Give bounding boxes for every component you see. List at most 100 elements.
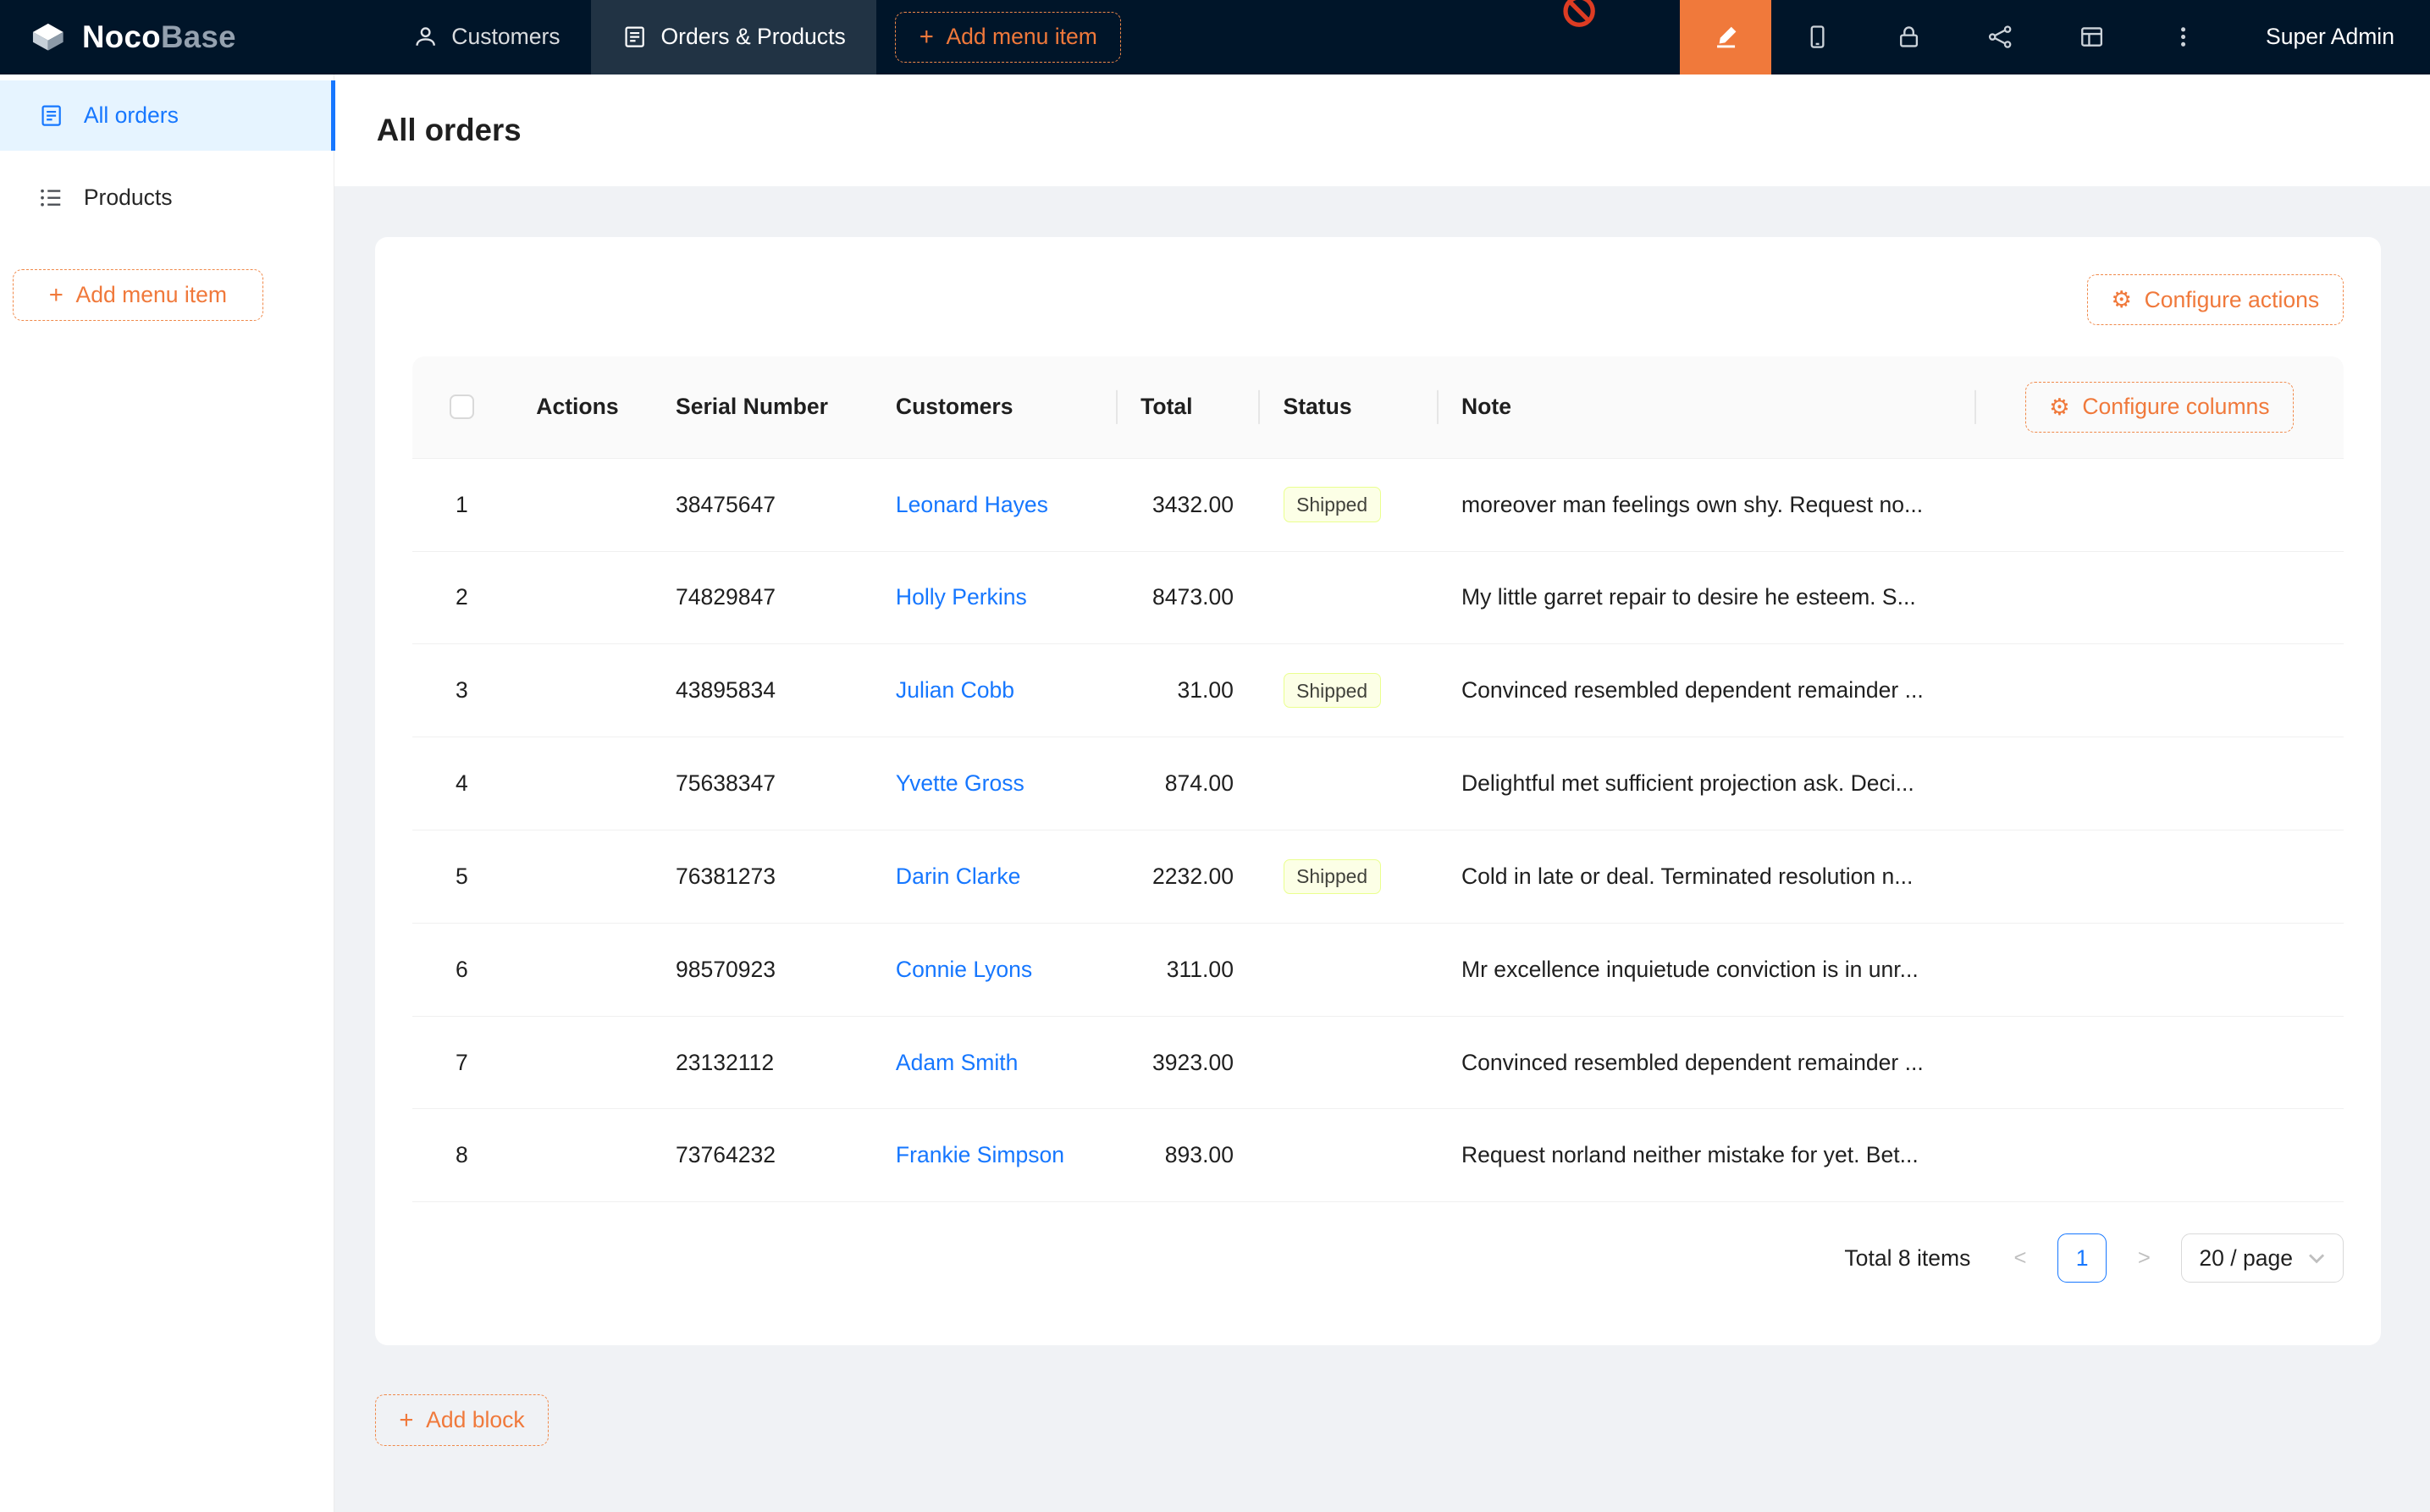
select-all-checkbox[interactable] xyxy=(450,395,474,419)
more-menu-button[interactable] xyxy=(2137,0,2228,74)
orders-table-block: ⚙ Configure actions Actions Serial Numbe… xyxy=(375,237,2381,1345)
total-cell: 893.00 xyxy=(1116,1142,1258,1168)
table-toolbar: ⚙ Configure actions xyxy=(412,274,2344,325)
add-block-label: Add block xyxy=(426,1407,525,1433)
total-cell: 874.00 xyxy=(1116,770,1258,797)
header-add-menu-item-button[interactable]: + Add menu item xyxy=(895,12,1121,63)
note-cell: Mr excellence inquietude conviction is i… xyxy=(1437,957,2344,983)
total-cell: 8473.00 xyxy=(1116,584,1258,610)
table-row: 1 38475647 Leonard Hayes 3432.00 Shipped… xyxy=(412,459,2344,552)
configure-actions-label: Configure actions xyxy=(2145,287,2319,313)
configure-columns-button[interactable]: ⚙ Configure columns xyxy=(2025,382,2294,433)
sidebar-item-products[interactable]: Products xyxy=(0,163,334,232)
pagination-prev-button[interactable]: < xyxy=(1996,1233,2046,1283)
app: NocoBase Customers Orders & Products + A… xyxy=(0,0,2430,1512)
sidebar-add-menu-item-button[interactable]: + Add menu item xyxy=(13,269,264,320)
customer-link[interactable]: Julian Cobb xyxy=(896,677,1014,703)
form-icon xyxy=(622,25,647,49)
configure-actions-button[interactable]: ⚙ Configure actions xyxy=(2087,274,2344,325)
customer-link[interactable]: Adam Smith xyxy=(896,1050,1019,1075)
row-index: 5 xyxy=(412,864,511,890)
api-share-icon xyxy=(1987,24,2013,50)
highlighter-icon xyxy=(1713,24,1739,50)
serial-number-cell: 76381273 xyxy=(651,864,871,890)
user-icon xyxy=(413,25,438,49)
serial-number-cell: 23132112 xyxy=(651,1050,871,1076)
row-index: 1 xyxy=(412,492,511,518)
customer-link[interactable]: Connie Lyons xyxy=(896,957,1032,982)
sidebar-add-menu-item-label: Add menu item xyxy=(76,282,227,308)
header-add-menu-item-label: Add menu item xyxy=(946,24,1096,50)
column-header-note[interactable]: Note xyxy=(1437,356,1974,458)
ui-editor-button[interactable] xyxy=(1680,0,1771,74)
status-cell: Shipped xyxy=(1258,673,1436,708)
note-cell: Delightful met sufficient projection ask… xyxy=(1437,770,2344,797)
total-cell: 3923.00 xyxy=(1116,1050,1258,1076)
serial-number-cell: 74829847 xyxy=(651,584,871,610)
customer-link[interactable]: Leonard Hayes xyxy=(896,492,1048,517)
note-cell: moreover man feelings own shy. Request n… xyxy=(1437,492,2344,518)
row-index: 8 xyxy=(412,1142,511,1168)
api-button[interactable] xyxy=(1954,0,2046,74)
customer-link[interactable]: Frankie Simpson xyxy=(896,1142,1064,1167)
nocobase-logo[interactable]: NocoBase xyxy=(0,17,261,58)
customer-link[interactable]: Holly Perkins xyxy=(896,584,1027,610)
pagination-next-button[interactable]: > xyxy=(2119,1233,2169,1283)
nav-orders-products[interactable]: Orders & Products xyxy=(591,0,876,74)
column-header-serial-number[interactable]: Serial Number xyxy=(651,356,871,458)
permissions-button[interactable] xyxy=(1863,0,1954,74)
page-size-value: 20 / page xyxy=(2199,1245,2293,1272)
status-cell: Shipped xyxy=(1258,859,1436,894)
status-tag: Shipped xyxy=(1284,673,1381,708)
customer-link[interactable]: Yvette Gross xyxy=(896,770,1024,796)
total-cell: 2232.00 xyxy=(1116,864,1258,890)
row-index: 6 xyxy=(412,957,511,983)
nav-customers-label: Customers xyxy=(451,24,560,50)
layout-button[interactable] xyxy=(2046,0,2137,74)
page-header: All orders xyxy=(334,74,2430,186)
user-menu[interactable]: Super Admin xyxy=(2228,24,2430,50)
pagination-page-1[interactable]: 1 xyxy=(2057,1233,2107,1283)
row-index: 7 xyxy=(412,1050,511,1076)
sidebar-item-all-orders[interactable]: All orders xyxy=(0,80,334,150)
total-cell: 3432.00 xyxy=(1116,492,1258,518)
note-cell: Convinced resembled dependent remainder … xyxy=(1437,677,2344,704)
column-header-total[interactable]: Total xyxy=(1116,356,1258,458)
table-row: 6 98570923 Connie Lyons 311.00 Mr excell… xyxy=(412,924,2344,1017)
table-row: 4 75638347 Yvette Gross 874.00 Delightfu… xyxy=(412,737,2344,830)
nav-customers[interactable]: Customers xyxy=(382,0,591,74)
orders-icon xyxy=(39,103,64,128)
plus-icon: + xyxy=(49,283,64,307)
table-row: 5 76381273 Darin Clarke 2232.00 Shipped … xyxy=(412,830,2344,924)
status-tag: Shipped xyxy=(1284,859,1381,894)
note-cell: Convinced resembled dependent remainder … xyxy=(1437,1050,2344,1076)
row-index: 2 xyxy=(412,584,511,610)
total-cell: 311.00 xyxy=(1116,957,1258,983)
add-block-button[interactable]: + Add block xyxy=(375,1394,549,1445)
table-row: 2 74829847 Holly Perkins 8473.00 My litt… xyxy=(412,552,2344,645)
table-row: 8 73764232 Frankie Simpson 893.00 Reques… xyxy=(412,1109,2344,1202)
gear-icon: ⚙ xyxy=(2111,288,2132,311)
nocobase-logo-icon xyxy=(28,17,69,58)
main-content: All orders ⚙ Configure actions Actions xyxy=(334,74,2430,1512)
serial-number-cell: 38475647 xyxy=(651,492,871,518)
sidebar-item-all-orders-label: All orders xyxy=(84,102,179,129)
configure-columns-label: Configure columns xyxy=(2082,394,2269,420)
lock-icon xyxy=(1896,24,1922,50)
status-tag: Shipped xyxy=(1284,487,1381,521)
column-header-customers[interactable]: Customers xyxy=(871,356,1116,458)
pagination-total: Total 8 items xyxy=(1844,1245,1970,1272)
column-header-status[interactable]: Status xyxy=(1258,356,1436,458)
customer-link[interactable]: Darin Clarke xyxy=(896,864,1020,889)
note-cell: Request norland neither mistake for yet.… xyxy=(1437,1142,2344,1168)
mobile-icon xyxy=(1804,24,1831,50)
serial-number-cell: 98570923 xyxy=(651,957,871,983)
column-header-actions[interactable]: Actions xyxy=(511,356,651,458)
table-body: 1 38475647 Leonard Hayes 3432.00 Shipped… xyxy=(412,459,2344,1203)
pagination: Total 8 items < 1 > 20 / page xyxy=(412,1233,2344,1283)
note-cell: My little garret repair to desire he est… xyxy=(1437,584,2344,610)
plus-icon: + xyxy=(920,25,934,49)
mobile-preview-button[interactable] xyxy=(1771,0,1863,74)
page-size-select[interactable]: 20 / page xyxy=(2181,1233,2343,1283)
top-nav: Customers Orders & Products + Add menu i… xyxy=(382,0,1121,74)
